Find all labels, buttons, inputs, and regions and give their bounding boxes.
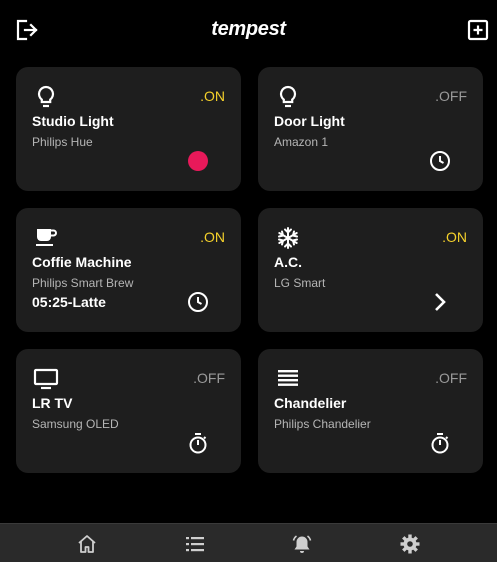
lightbulb-icon bbox=[32, 84, 60, 110]
device-card-lr-tv[interactable]: .OFF LR TV Samsung OLED bbox=[16, 349, 241, 473]
device-state: .ON bbox=[442, 229, 467, 245]
device-name: LR TV bbox=[32, 395, 73, 411]
nav-alarms-button[interactable] bbox=[291, 533, 313, 555]
timer-icon bbox=[428, 431, 452, 455]
schedule-clock-button[interactable] bbox=[428, 149, 452, 173]
device-brand: Philips Chandelier bbox=[274, 417, 371, 431]
chandelier-icon bbox=[274, 366, 302, 392]
device-state: .ON bbox=[200, 229, 225, 245]
snowflake-icon bbox=[274, 225, 302, 251]
add-device-button[interactable] bbox=[466, 18, 490, 42]
device-state: .OFF bbox=[435, 370, 467, 386]
device-name: A.C. bbox=[274, 254, 302, 270]
status-indicator-dot bbox=[186, 149, 210, 173]
timer-button[interactable] bbox=[428, 431, 452, 455]
list-icon bbox=[184, 533, 206, 555]
device-card-door-light[interactable]: .OFF Door Light Amazon 1 bbox=[258, 67, 483, 191]
device-brand: Samsung OLED bbox=[32, 417, 119, 431]
device-card-studio-light[interactable]: .ON Studio Light Philips Hue bbox=[16, 67, 241, 191]
device-brand: Philips Hue bbox=[32, 135, 93, 149]
device-schedule-info: 05:25-Latte bbox=[32, 294, 106, 310]
chevron-right-icon bbox=[428, 290, 452, 314]
top-bar: tempest bbox=[0, 0, 497, 58]
clock-icon bbox=[186, 290, 210, 314]
schedule-clock-button[interactable] bbox=[186, 290, 210, 314]
device-card-chandelier[interactable]: .OFF Chandelier Philips Chandelier bbox=[258, 349, 483, 473]
device-brand: Philips Smart Brew bbox=[32, 276, 134, 290]
add-box-icon bbox=[466, 18, 490, 42]
tv-icon bbox=[32, 366, 60, 392]
bottom-navigation bbox=[0, 523, 497, 562]
device-name: Studio Light bbox=[32, 113, 114, 129]
clock-icon bbox=[428, 149, 452, 173]
device-state: .OFF bbox=[435, 88, 467, 104]
app-title: tempest bbox=[211, 18, 286, 40]
open-details-button[interactable] bbox=[428, 290, 452, 314]
timer-button[interactable] bbox=[186, 431, 210, 455]
device-brand: Amazon 1 bbox=[274, 135, 329, 149]
device-name: Coffie Machine bbox=[32, 254, 132, 270]
device-name: Chandelier bbox=[274, 395, 347, 411]
lightbulb-icon bbox=[274, 84, 302, 110]
nav-list-button[interactable] bbox=[184, 533, 206, 555]
device-brand: LG Smart bbox=[274, 276, 326, 290]
device-card-coffie-machine[interactable]: .ON Coffie Machine Philips Smart Brew 05… bbox=[16, 208, 241, 332]
alarm-bell-icon bbox=[291, 533, 313, 555]
nav-home-button[interactable] bbox=[76, 533, 98, 555]
device-state: .ON bbox=[200, 88, 225, 104]
device-state: .OFF bbox=[193, 370, 225, 386]
device-card-ac[interactable]: .ON A.C. LG Smart bbox=[258, 208, 483, 332]
settings-gear-icon bbox=[399, 533, 421, 555]
device-name: Door Light bbox=[274, 113, 345, 129]
timer-icon bbox=[186, 431, 210, 455]
nav-settings-button[interactable] bbox=[399, 533, 421, 555]
home-icon bbox=[76, 533, 98, 555]
coffee-cup-icon bbox=[32, 225, 60, 251]
